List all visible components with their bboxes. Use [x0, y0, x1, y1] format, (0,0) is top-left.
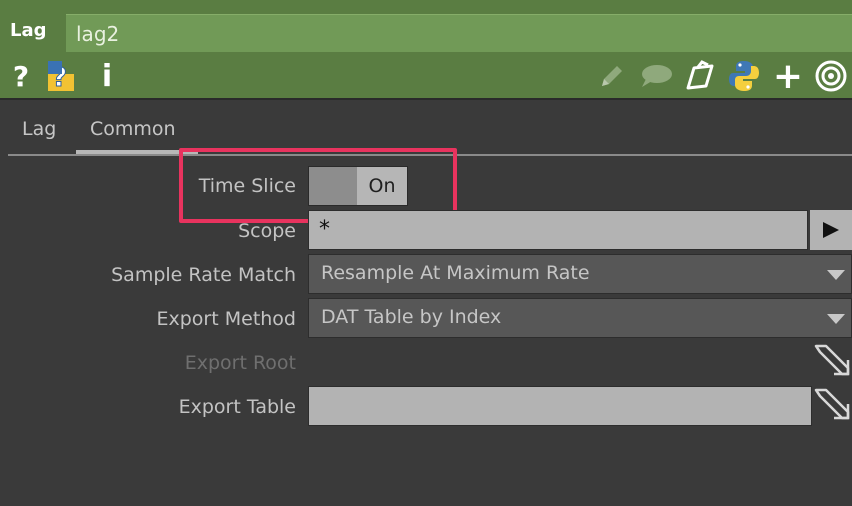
sample-rate-match-label: Sample Rate Match	[111, 264, 296, 286]
export-root-label: Export Root	[184, 352, 296, 374]
export-table-field[interactable]	[308, 386, 812, 426]
operator-name-field[interactable]: lag2	[66, 14, 852, 52]
export-method-value: DAT Table by Index	[321, 306, 502, 328]
title-row: Lag lag2	[0, 0, 852, 52]
scope-value: *	[319, 217, 330, 242]
drop-target-icon[interactable]	[812, 384, 852, 424]
operator-type-label: Lag	[10, 20, 47, 41]
scope-menu-button[interactable]	[810, 210, 852, 250]
info-icon[interactable]: i	[96, 59, 118, 94]
clone-icon[interactable]	[684, 60, 718, 92]
python-help-icon[interactable]: ?	[44, 60, 84, 92]
plus-icon[interactable]: +	[772, 56, 804, 97]
help-icon[interactable]: ?	[10, 60, 32, 93]
play-arrow-icon	[823, 222, 839, 238]
chevron-down-icon	[827, 270, 845, 280]
export-method-label: Export Method	[156, 308, 297, 330]
tab-lag[interactable]: Lag	[22, 118, 56, 140]
pencil-icon[interactable]	[598, 60, 626, 92]
export-table-label: Export Table	[178, 396, 296, 418]
header-toolbar: ? ? i +	[0, 52, 852, 100]
export-method-menu[interactable]: DAT Table by Index	[308, 298, 852, 338]
tab-common[interactable]: Common	[90, 118, 176, 140]
sample-rate-match-menu[interactable]: Resample At Maximum Rate	[308, 254, 852, 294]
python-icon[interactable]	[726, 60, 762, 92]
operator-name[interactable]: lag2	[76, 22, 119, 46]
sample-rate-match-value: Resample At Maximum Rate	[321, 262, 590, 284]
scope-field[interactable]: *	[308, 210, 808, 250]
comment-icon[interactable]	[638, 60, 674, 92]
viewer-icon[interactable]	[814, 60, 848, 92]
scope-label: Scope	[238, 220, 296, 242]
drop-target-icon[interactable]	[812, 340, 852, 380]
chevron-down-icon	[827, 314, 845, 324]
parameter-header: Lag lag2 ? ? i +	[0, 0, 852, 100]
